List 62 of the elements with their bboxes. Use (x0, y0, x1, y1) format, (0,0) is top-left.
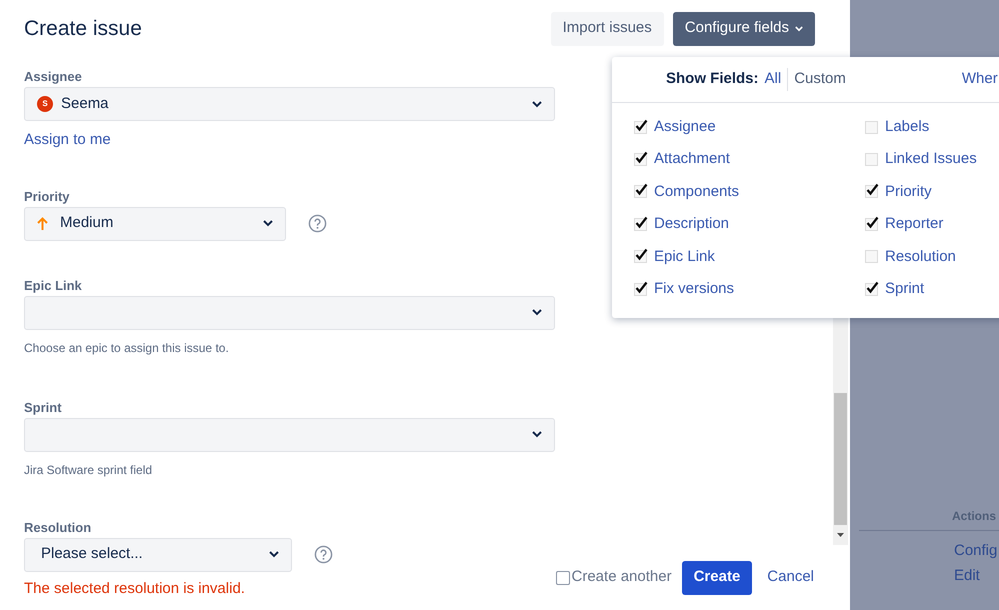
select-field[interactable]: Medium (24, 206, 286, 240)
field-option-label[interactable]: Priority (885, 180, 932, 204)
error-message: The selected resolution is invalid. (24, 578, 246, 598)
field-option-label[interactable]: Sprint (885, 278, 924, 300)
chevron-down-icon (532, 309, 542, 316)
field-option-label[interactable]: Assignee (654, 116, 716, 138)
actions-heading: Actions (952, 508, 996, 525)
select-field[interactable]: Please select... (24, 538, 292, 572)
cancel-link[interactable]: Cancel (767, 566, 814, 589)
scroll-down-arrow-icon[interactable] (837, 533, 844, 537)
field-label: Priority (24, 188, 70, 206)
field-hint: Choose an epic to assign this issue to. (24, 340, 230, 356)
import-issues-button[interactable]: Import issues (550, 12, 664, 46)
field-checkbox[interactable] (865, 153, 878, 166)
chevron-down-icon (263, 220, 273, 227)
field-checkbox[interactable] (634, 153, 647, 166)
select-field[interactable] (24, 296, 555, 330)
help-icon[interactable] (314, 545, 333, 564)
field-label: Resolution (24, 518, 92, 536)
field-option-label[interactable]: Reporter (885, 213, 944, 236)
field-label: Epic Link (24, 276, 82, 294)
field-option-label[interactable]: Linked Issues (885, 148, 977, 171)
select-value: Please select... (41, 544, 143, 564)
field-option-label[interactable]: Attachment (654, 148, 730, 171)
field-option-label[interactable]: Components (654, 180, 740, 204)
field-checkbox[interactable] (865, 120, 878, 134)
field-checkbox[interactable] (634, 185, 647, 198)
field-checkbox[interactable] (634, 250, 647, 264)
select-value: Seema (61, 94, 109, 114)
show-fields-mode-link[interactable]: All (764, 68, 788, 91)
create-button[interactable]: Create (682, 560, 752, 594)
dialog-title: Create issue (24, 16, 142, 42)
field-checkbox[interactable] (634, 120, 647, 134)
field-checkbox[interactable] (865, 282, 878, 296)
show-fields-label: Show Fields: (666, 69, 759, 90)
select-value: Medium (60, 213, 114, 234)
field-checkbox[interactable] (865, 250, 878, 264)
field-checkbox[interactable] (634, 282, 647, 296)
arrow-up-icon (37, 216, 48, 230)
create-another-checkbox[interactable]: Create another (556, 566, 672, 589)
field-checkbox[interactable] (865, 185, 878, 198)
avatar: S (37, 96, 53, 112)
field-option-label[interactable]: Fix versions (654, 278, 734, 300)
help-icon[interactable] (308, 214, 327, 233)
field-option-label[interactable]: Epic Link (654, 246, 715, 268)
field-checkbox[interactable] (634, 218, 647, 231)
field-option-label[interactable]: Labels (885, 116, 930, 138)
chevron-down-icon (269, 551, 279, 558)
field-option-label[interactable]: Description (654, 213, 730, 236)
field-checkbox[interactable] (865, 218, 878, 231)
field-hint: Jira Software sprint field (24, 462, 154, 478)
select-field[interactable]: S Seema (24, 87, 555, 121)
field-option-label[interactable]: Resolution (885, 246, 956, 268)
configure-fields-button[interactable]: Configure fields (672, 12, 815, 46)
chevron-down-icon (532, 100, 542, 108)
field-label: Sprint (24, 398, 62, 416)
show-fields-mode-link[interactable]: Custom (787, 68, 852, 91)
select-field[interactable] (24, 418, 555, 452)
chevron-down-icon (795, 26, 803, 32)
field-label: Assignee (24, 68, 82, 86)
cut-off-link[interactable]: Wher (962, 68, 998, 91)
chevron-down-icon (532, 431, 542, 438)
